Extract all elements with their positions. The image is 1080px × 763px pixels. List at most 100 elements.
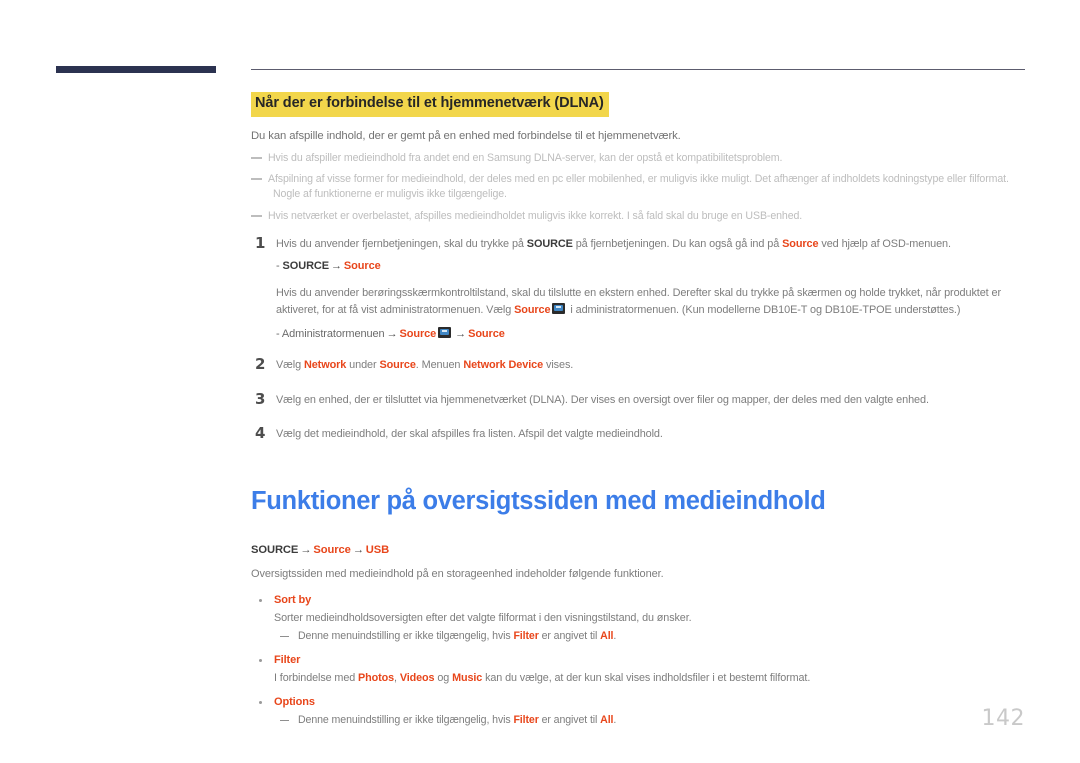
menu-value-all: All [600, 713, 614, 726]
main-menu-path: SOURCE → Source → USB [251, 544, 1041, 556]
header-divider-rule [251, 69, 1025, 70]
arrow-icon: → [300, 543, 312, 556]
feature-description: I forbindelse med Photos, Videos og Musi… [251, 672, 1041, 684]
menu-photos: Photos [358, 671, 395, 684]
source-icon [438, 327, 452, 339]
path-segment-source-key: SOURCE [282, 260, 330, 273]
step-number: 2 [255, 355, 266, 374]
step1-sub-text-b: i administratormenuen. (Kun modellerne D… [567, 304, 961, 317]
arrow-icon: → [331, 260, 342, 273]
note-item: Hvis netværket er overbelastet, afspille… [251, 209, 1041, 224]
feature-note-text-b: er angivet til [538, 713, 601, 726]
header-accent-bar [56, 66, 216, 73]
path-segment-source: Source [399, 328, 437, 341]
menu-filter: Filter [513, 629, 539, 642]
note-text: Afspilning af visse former for medieindh… [268, 172, 1009, 185]
feature-desc-b: kan du vælge, at der kun skal vises indh… [482, 671, 811, 684]
step-number: 3 [255, 389, 266, 408]
menu-source: Source [514, 304, 551, 317]
admin-menu-path-line: - Administratormenuen → Source → Source [276, 327, 1041, 340]
dash-bullet-icon [280, 719, 289, 722]
numbered-step-list: 1 Hvis du anvender fjernbetjeningen, ska… [251, 234, 1041, 442]
feature-note-text-b: er angivet til [538, 629, 601, 642]
step-text: Vælg det medieindhold, der skal afspille… [276, 427, 663, 440]
feature-note-text-c: . [613, 713, 617, 726]
step1-text-a: Hvis du anvender fjernbetjeningen, skal … [276, 238, 527, 250]
path-segment-source-key: SOURCE [251, 543, 299, 556]
path-lead-dash: - [276, 260, 280, 273]
path-segment-usb: USB [365, 543, 390, 556]
note-text-continued: Nogle af funktionerne er muligvis ikke t… [273, 188, 507, 201]
menu-value-all: All [600, 629, 614, 642]
feature-title: Filter [251, 654, 1041, 666]
menu-filter: Filter [513, 713, 539, 726]
step2-text-c: . Menuen [415, 359, 464, 372]
dash-bullet-icon [251, 177, 262, 180]
menu-source: Source [379, 359, 416, 372]
dash-bullet-icon [251, 214, 262, 217]
feature-note: Denne menuindstilling er ikke tilgængeli… [251, 714, 1041, 726]
feature-title-text: Filter [274, 653, 301, 666]
step2-text-d: vises. [543, 359, 574, 372]
feature-title-text: Options [274, 695, 315, 708]
step-3: 3 Vælg en enhed, der er tilsluttet via h… [251, 389, 1041, 408]
menu-music: Music [452, 671, 483, 684]
step-text: Hvis du anvender fjernbetjeningen, skal … [276, 236, 1041, 252]
step-text: Vælg Network under Source. Menuen Networ… [276, 357, 1041, 373]
feature-note-text-a: Denne menuindstilling er ikke tilgængeli… [298, 629, 514, 642]
path-segment-source: Source [313, 543, 351, 556]
step-1: 1 Hvis du anvender fjernbetjeningen, ska… [251, 234, 1041, 340]
page-content: Når der er forbindelse til et hjemmenetv… [251, 92, 1041, 734]
feature-options: Options Denne menuindstilling er ikke ti… [251, 696, 1041, 726]
feature-list: Sort by Sorter medieindholdsoversigten e… [251, 594, 1041, 726]
path-segment-source-2: Source [468, 328, 505, 341]
step-number: 1 [255, 234, 266, 252]
feature-description: Sorter medieindholdsoversigten efter det… [274, 611, 692, 624]
feature-note-text-a: Denne menuindstilling er ikke tilgængeli… [298, 713, 514, 726]
step-number: 4 [255, 423, 266, 442]
feature-title-text: Sort by [274, 593, 312, 606]
feature-desc-sep2: og [434, 671, 453, 684]
main-intro-paragraph: Oversigtssiden med medieindhold på en st… [251, 567, 664, 580]
feature-note-text-c: . [613, 629, 617, 642]
menu-network: Network [303, 359, 347, 372]
step-4: 4 Vælg det medieindhold, der skal afspil… [251, 423, 1041, 442]
menu-videos: Videos [399, 671, 435, 684]
path2-lead: - Administratormenuen [276, 328, 385, 341]
menu-path-line: - SOURCE → Source [276, 260, 1041, 272]
feature-desc-a: I forbindelse med [274, 671, 359, 684]
arrow-icon: → [386, 328, 398, 341]
menu-source: Source [782, 238, 819, 250]
source-icon [552, 303, 566, 315]
note-text: Hvis du afspiller medieindhold fra andet… [268, 151, 783, 164]
dot-bullet-icon [259, 598, 262, 602]
path-segment-source: Source [343, 260, 381, 273]
note-text: Hvis netværket er overbelastet, afspille… [268, 209, 803, 222]
feature-title: Sort by [251, 594, 1041, 606]
arrow-icon: → [352, 543, 364, 556]
step1-sub-paragraph: Hvis du anvender berøringsskærmkontrolti… [276, 285, 1041, 319]
page-title: Funktioner på oversigtssiden med mediein… [251, 487, 826, 516]
dash-bullet-icon [280, 635, 289, 638]
step2-text-b: under [346, 359, 380, 372]
menu-network-device: Network Device [463, 359, 544, 372]
step1-text-b: på fjernbetjeningen. Du kan også gå ind … [572, 238, 783, 250]
section-heading: Når der er forbindelse til et hjemmenetv… [251, 92, 609, 117]
feature-note: Denne menuindstilling er ikke tilgængeli… [251, 630, 1041, 642]
arrow-icon: → [455, 328, 467, 341]
keyword-source-button: SOURCE [526, 238, 573, 250]
step1-text-c: ved hjælp af OSD-menuen. [818, 238, 951, 250]
dot-bullet-icon [259, 700, 262, 704]
feature-filter: Filter I forbindelse med Photos, Videos … [251, 654, 1041, 684]
feature-sort-by: Sort by Sorter medieindholdsoversigten e… [251, 594, 1041, 642]
note-item: Afspilning af visse former for medieindh… [251, 172, 1041, 203]
section-lead-paragraph: Du kan afspille indhold, der er gemt på … [251, 129, 681, 142]
page-number: 142 [981, 706, 1025, 731]
dot-bullet-icon [259, 658, 262, 662]
dash-bullet-icon [251, 156, 262, 159]
note-list: Hvis du afspiller medieindhold fra andet… [251, 151, 1041, 224]
step-text: Vælg en enhed, der er tilsluttet via hje… [276, 393, 929, 406]
step2-text-a: Vælg [276, 359, 304, 372]
note-item: Hvis du afspiller medieindhold fra andet… [251, 151, 1041, 166]
step-2: 2 Vælg Network under Source. Menuen Netw… [251, 355, 1041, 374]
